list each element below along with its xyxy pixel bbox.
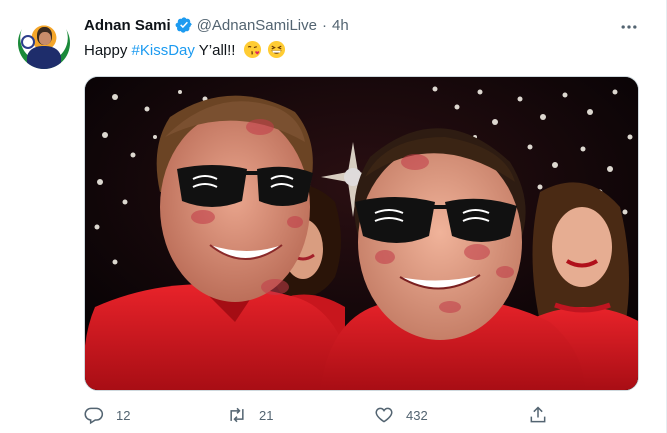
retweet-count: 21	[259, 407, 274, 423]
retweet-button[interactable]: 21	[227, 402, 273, 428]
heart-icon	[375, 407, 393, 423]
avatar-body	[27, 46, 61, 69]
author-name[interactable]: Adnan Sami	[84, 17, 171, 34]
tweet-text-after: Y’all!!	[194, 42, 236, 59]
reply-icon	[84, 407, 104, 425]
tweet-text: Happy #KissDay Y’all!!	[84, 40, 286, 61]
avatar[interactable]	[18, 17, 70, 69]
like-button[interactable]: 432	[374, 402, 428, 428]
hashtag-link[interactable]: #KissDay	[132, 42, 195, 59]
photo-image	[85, 77, 638, 390]
tweet-media-photo[interactable]	[84, 76, 639, 391]
grinning-squinting-face-icon	[267, 40, 285, 59]
verified-badge-icon	[175, 17, 192, 33]
more-horizontal-icon	[621, 25, 637, 29]
tweet-actions: 12 21 432	[84, 402, 639, 428]
face-blowing-kiss-icon	[243, 40, 261, 59]
timestamp[interactable]: 4h	[332, 17, 349, 34]
tweet-text-before: Happy	[84, 42, 132, 59]
tweet-header: Adnan Sami @AdnanSamiLive · 4h	[84, 14, 349, 36]
more-options-button[interactable]	[616, 14, 642, 40]
tweet[interactable]: Adnan Sami @AdnanSamiLive · 4h Happy #Ki…	[0, 0, 667, 433]
author-handle[interactable]: @AdnanSamiLive	[197, 17, 317, 34]
flag-chakra	[21, 35, 35, 49]
reply-button[interactable]: 12	[84, 402, 130, 428]
like-count: 432	[406, 407, 428, 423]
share-icon	[530, 406, 546, 423]
avatar-face	[39, 32, 51, 45]
retweet-icon	[230, 407, 244, 423]
reply-count: 12	[116, 407, 131, 423]
separator-dot: ·	[321, 16, 327, 34]
share-button[interactable]	[528, 402, 548, 428]
